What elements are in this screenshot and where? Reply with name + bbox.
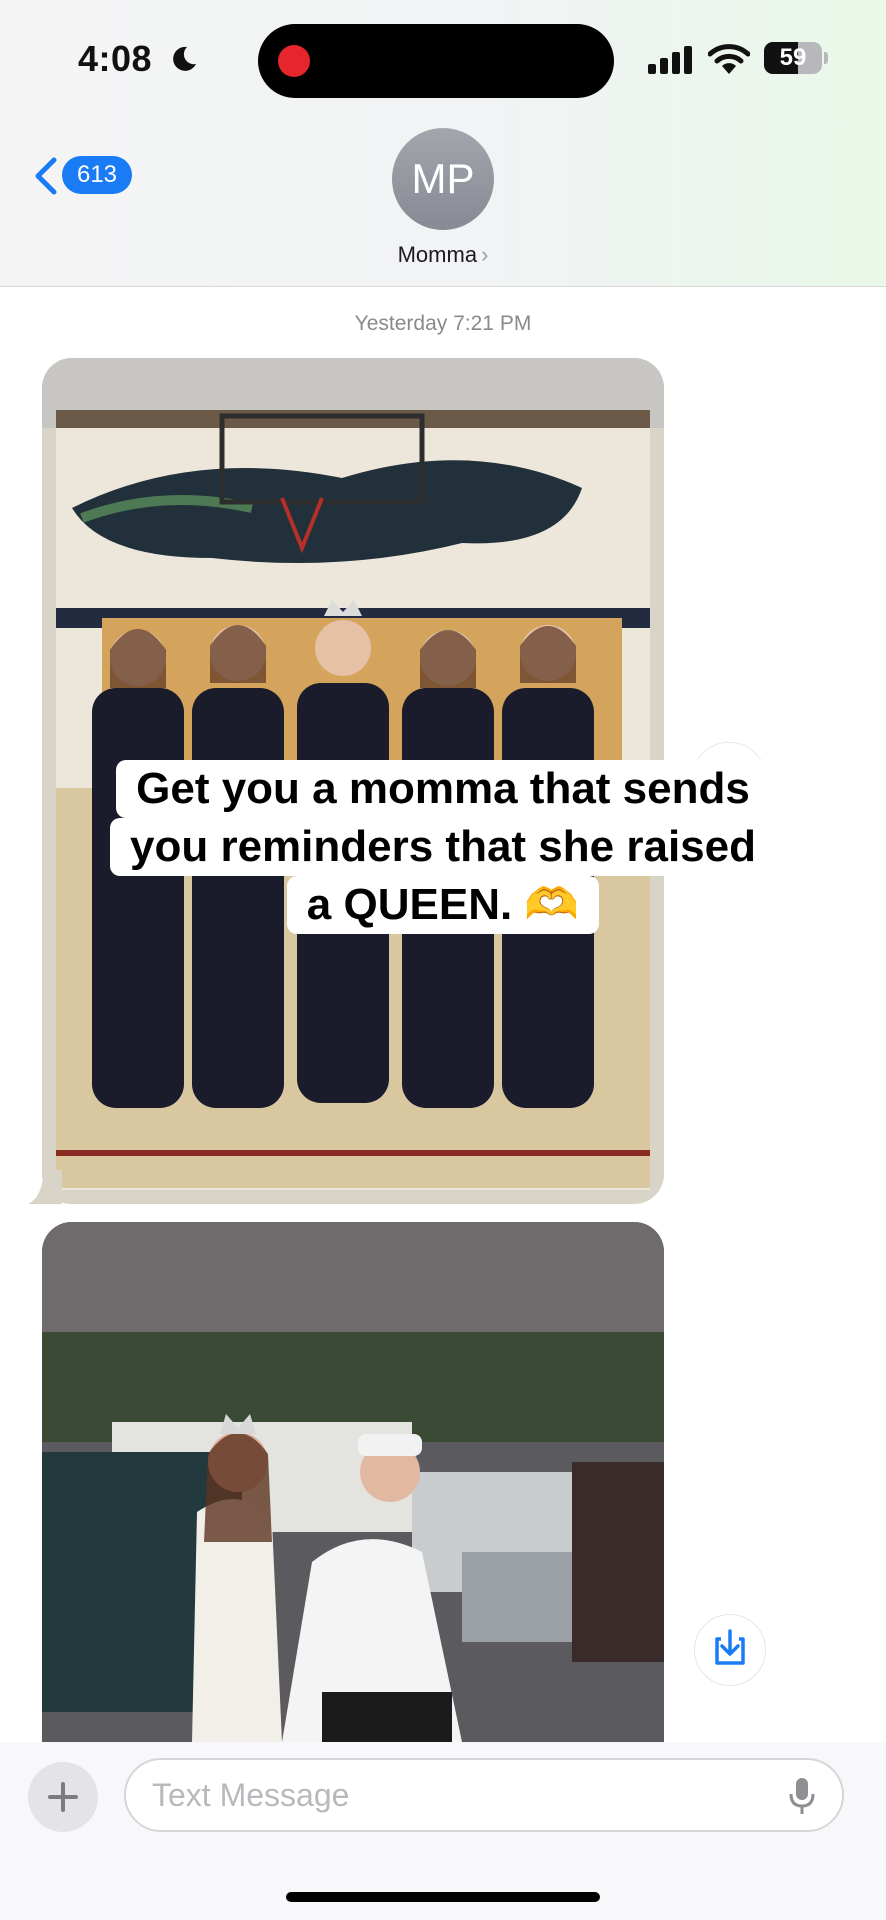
plus-icon bbox=[48, 1782, 78, 1812]
nav-header: 4:08 59 613 MP Momma › bbox=[0, 0, 886, 287]
caption-line-3: a QUEEN. 🫶 bbox=[286, 876, 600, 934]
caption-line-1: Get you a momma that sends bbox=[116, 760, 770, 818]
message-timestamp: Yesterday 7:21 PM bbox=[354, 312, 532, 335]
battery-nub bbox=[824, 52, 828, 64]
battery-indicator: 59 bbox=[764, 42, 830, 76]
contact-name-button[interactable]: Momma › bbox=[0, 242, 886, 268]
caption-line-2: you reminders that she raised bbox=[110, 818, 776, 876]
queen-parade-photo bbox=[42, 1222, 664, 1742]
back-button[interactable]: 613 bbox=[32, 152, 132, 198]
download-icon bbox=[715, 1629, 745, 1665]
moon-icon bbox=[173, 46, 196, 71]
status-time: 4:08 bbox=[78, 38, 153, 79]
message-input[interactable]: Text Message bbox=[124, 1758, 844, 1832]
unread-count-badge: 613 bbox=[62, 156, 132, 194]
microphone-icon[interactable] bbox=[788, 1776, 816, 1816]
save-photo-button[interactable] bbox=[694, 1614, 766, 1686]
dynamic-island bbox=[258, 24, 614, 98]
caption-overlay: Get you a momma that sends you reminders… bbox=[0, 760, 886, 934]
wifi-icon bbox=[708, 44, 750, 74]
plus-button[interactable] bbox=[28, 1762, 98, 1832]
chevron-right-icon: › bbox=[481, 242, 489, 267]
chevron-left-icon bbox=[35, 157, 57, 195]
bubble-tail bbox=[28, 1170, 62, 1204]
recording-dot-icon bbox=[278, 45, 310, 77]
message-placeholder: Text Message bbox=[152, 1777, 350, 1813]
battery-percent: 59 bbox=[779, 44, 807, 71]
contact-avatar[interactable]: MP bbox=[392, 128, 494, 230]
home-indicator[interactable] bbox=[286, 1892, 600, 1902]
photo-message-queen-parade[interactable] bbox=[42, 1222, 664, 1742]
cellular-signal-icon bbox=[648, 46, 692, 74]
contact-name: Momma bbox=[397, 242, 478, 267]
